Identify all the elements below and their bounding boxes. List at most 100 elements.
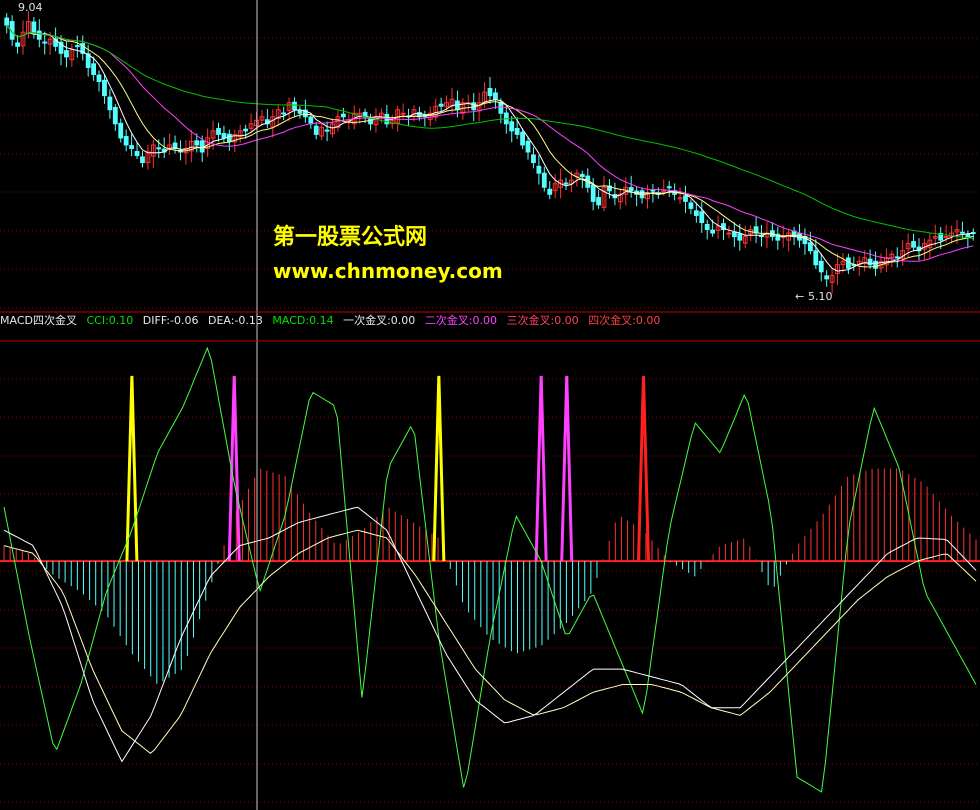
- candle-down: [112, 107, 118, 125]
- golden-cross-signal: [432, 375, 446, 562]
- candle-down: [579, 173, 585, 178]
- candle-down: [216, 128, 221, 135]
- legend-diff: DIFF:-0.06: [142, 314, 199, 327]
- candle-down: [4, 17, 10, 26]
- candle-down: [324, 129, 330, 132]
- candle-down: [194, 140, 200, 146]
- price-panel: [4, 11, 976, 294]
- candle-down: [199, 140, 205, 153]
- candle-down: [960, 231, 965, 234]
- candle-down: [292, 101, 297, 111]
- candle-down: [845, 257, 851, 269]
- candle-down: [759, 235, 764, 238]
- candle-down: [313, 125, 319, 135]
- candle-down: [911, 241, 916, 248]
- candle-down: [308, 116, 314, 125]
- candle-down: [628, 187, 634, 192]
- candle-down: [243, 128, 249, 132]
- legend-second-golden-cross: 二次金叉:0.00: [424, 314, 497, 327]
- candle-down: [102, 79, 107, 97]
- candle-down: [531, 154, 536, 164]
- candle-down: [666, 186, 672, 189]
- ma20-line: [6, 24, 974, 262]
- legend-macd: MACD:0.14: [272, 314, 334, 327]
- candle-down: [596, 197, 602, 206]
- candle-down: [15, 42, 20, 47]
- high-price-label: 9.04: [18, 1, 43, 14]
- cci-line: [3, 346, 977, 793]
- candle-down: [563, 182, 569, 185]
- candle-down: [867, 258, 873, 266]
- low-price-arrow: ←: [795, 290, 804, 303]
- candle-down: [297, 110, 303, 114]
- candle-down: [140, 156, 145, 164]
- candle-down: [824, 275, 830, 280]
- candle-down: [281, 112, 287, 115]
- candle-down: [704, 223, 710, 231]
- macd-panel: [0, 346, 980, 793]
- candle-down: [226, 133, 232, 142]
- golden-cross-signal: [227, 375, 241, 562]
- watermark-url[interactable]: www.chnmoney.com: [273, 259, 503, 283]
- candle-down: [514, 127, 520, 135]
- candle-down: [221, 133, 227, 139]
- candle-down: [96, 74, 102, 83]
- candle-down: [536, 165, 542, 174]
- candle-down: [683, 195, 688, 202]
- candle-up: [400, 112, 406, 115]
- legend-third-golden-cross: 三次金叉:0.00: [506, 314, 579, 327]
- candle-down: [699, 211, 705, 223]
- candle-down: [498, 101, 504, 114]
- candle-down: [873, 260, 878, 269]
- candle-down: [525, 140, 531, 153]
- indicator-legend: MACD四次金叉 CCI:0.10 DIFF:-0.06 DEA:-0.13 M…: [0, 312, 666, 330]
- candle-down: [438, 103, 444, 107]
- candle-down: [541, 172, 547, 188]
- candle-down: [731, 231, 737, 238]
- candle-down: [91, 63, 96, 75]
- candle-down: [737, 233, 743, 241]
- golden-cross-signal: [636, 375, 650, 562]
- candle-down: [156, 147, 162, 150]
- candle-down: [818, 260, 824, 273]
- candle-down: [547, 188, 553, 195]
- golden-cross-signal: [125, 375, 139, 562]
- candle-down: [894, 256, 900, 259]
- candle-down: [650, 189, 656, 192]
- ma60-line: [6, 24, 974, 239]
- candle-down: [493, 92, 498, 100]
- candle-down: [74, 45, 80, 48]
- candle-down: [123, 136, 129, 146]
- candle-up: [943, 236, 949, 239]
- candle-down: [31, 21, 37, 33]
- candle-down: [36, 30, 42, 40]
- indicator-name: MACD四次金叉: [0, 314, 77, 327]
- candle-down: [693, 210, 699, 216]
- candle-down: [487, 87, 493, 97]
- diff-line: [3, 506, 977, 763]
- candle-down: [118, 122, 124, 139]
- candle-down: [509, 121, 515, 132]
- candle-down: [520, 131, 525, 146]
- candle-down: [107, 96, 113, 111]
- candle-down: [590, 184, 596, 202]
- candle-down: [807, 242, 813, 252]
- watermark-title: 第一股票公式网: [273, 225, 428, 250]
- golden-cross-signal: [560, 375, 574, 562]
- candle-down: [813, 250, 819, 266]
- candle-down: [129, 145, 135, 149]
- candle-up: [726, 232, 732, 235]
- golden-cross-signal: [534, 375, 548, 562]
- candle-down: [688, 202, 694, 209]
- candle-up: [677, 197, 683, 200]
- low-price-label: 5.10: [808, 290, 833, 303]
- legend-dea: DEA:-0.13: [207, 314, 263, 327]
- candle-down: [64, 50, 69, 58]
- candle-down: [134, 151, 140, 157]
- candle-down: [710, 229, 716, 234]
- candle-down: [42, 41, 48, 44]
- legend-fourth-golden-cross: 四次金叉:0.00: [588, 314, 661, 327]
- legend-first-golden-cross: 一次金叉:0.00: [343, 314, 416, 327]
- legend-cci: CCI:0.10: [86, 314, 134, 327]
- candle-down: [340, 113, 346, 118]
